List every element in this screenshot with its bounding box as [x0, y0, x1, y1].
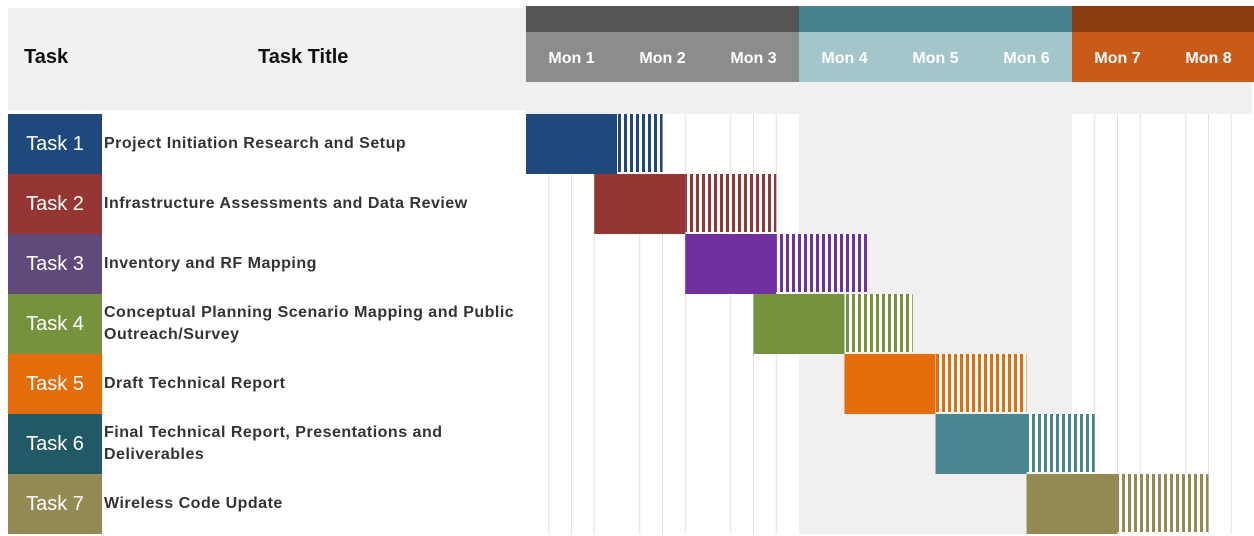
task-bar-solid [844, 354, 936, 414]
task-bar-solid [753, 294, 845, 354]
task-bar-solid [1026, 474, 1118, 534]
month-label: Mon 6 [1003, 50, 1049, 67]
header-gap [526, 82, 1252, 114]
month-label: Mon 8 [1185, 50, 1231, 67]
task-bar-hatched [1026, 414, 1095, 472]
task-bar-hatched [685, 174, 777, 232]
task-bar-solid [594, 174, 686, 234]
month-group-band [799, 6, 1072, 32]
task-bar-hatched [1117, 474, 1209, 532]
task-bar-hatched [935, 354, 1027, 412]
timeline: Mon 1 Mon 2 Mon 3 Mon 4 Mon 5 Mon 6 Mon 7 Mon 8 [526, 6, 1254, 534]
month-group-band [1072, 6, 1254, 32]
month-group-band [526, 6, 799, 32]
gantt-chart: Task Task Title Task 1 Project Initiation… [0, 0, 1254, 536]
task-bar-hatched [617, 114, 663, 172]
month-label: Mon 4 [821, 50, 867, 67]
month-label: Mon 3 [730, 50, 776, 67]
task-bar-solid [935, 414, 1027, 474]
month-label: Mon 5 [912, 50, 958, 67]
month-label: Mon 1 [548, 50, 594, 67]
task-bar-hatched [776, 234, 868, 292]
month-label: Mon 7 [1094, 50, 1140, 67]
task-bar-solid [526, 114, 617, 174]
task-bar-solid [685, 234, 777, 294]
task-bar-hatched [844, 294, 913, 352]
month-label: Mon 2 [639, 50, 685, 67]
